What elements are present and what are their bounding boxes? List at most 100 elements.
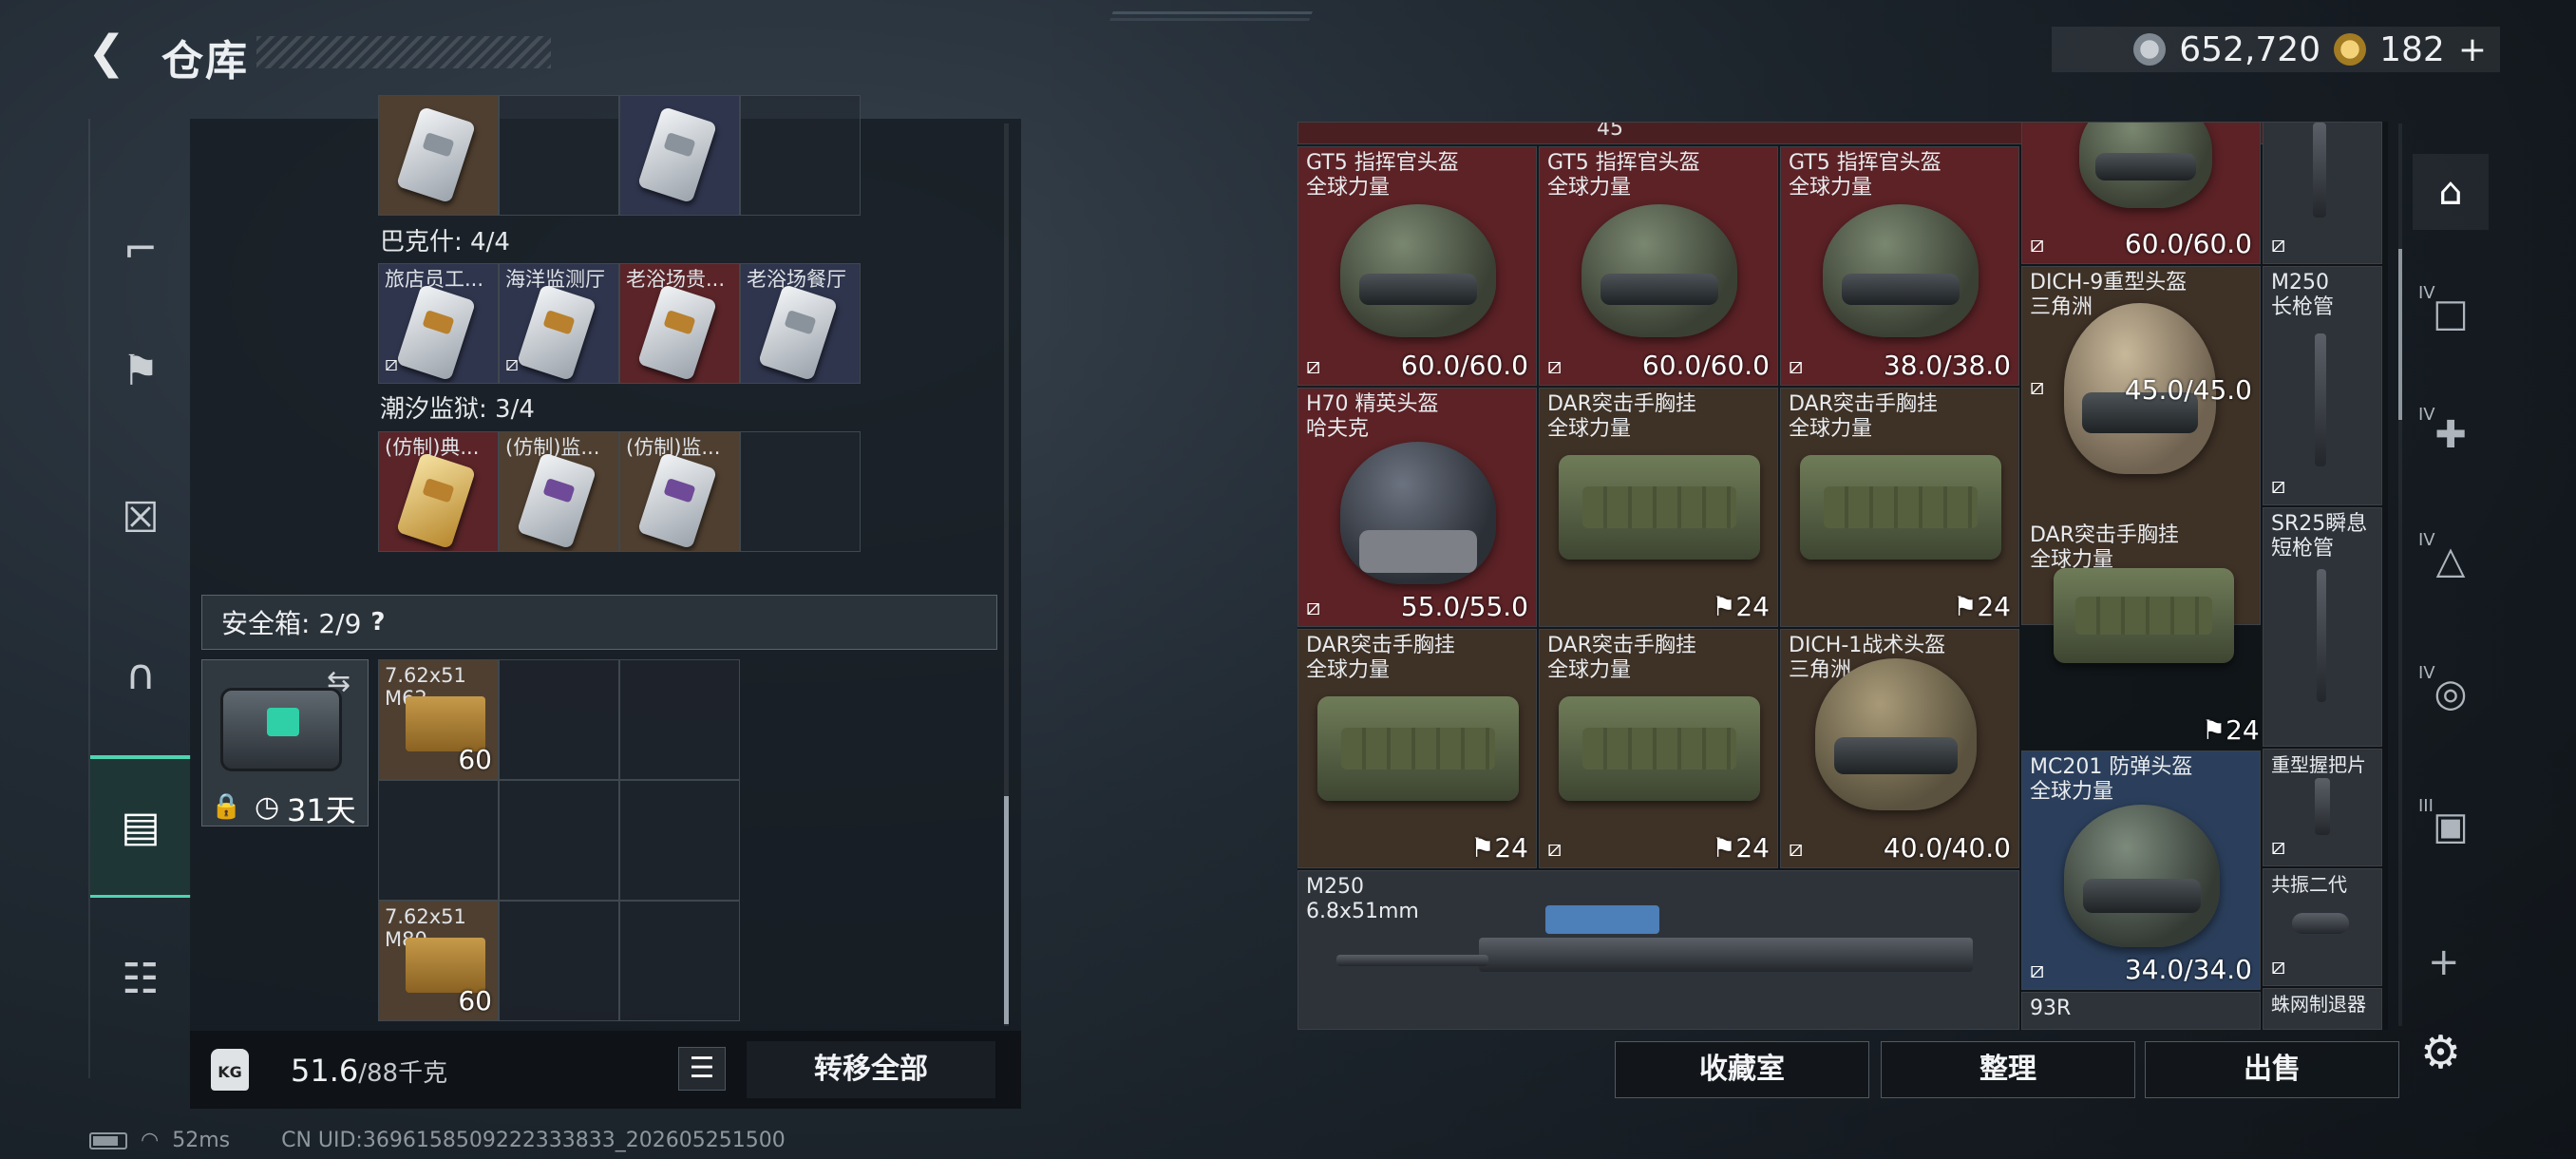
list-view-button[interactable]: ☰ [678,1047,726,1091]
background-light-streak [1109,11,1313,21]
item-name: DICH-1战术头盔 [1789,634,1946,657]
keycard-slot[interactable]: 老浴场餐厅 [740,263,861,384]
item-name: DAR突击手胸挂 [1789,392,1938,416]
add-currency-button[interactable]: + [2458,30,2487,69]
title-decoration [256,36,551,68]
stash-tab-box-icon[interactable]: III ▣ [2413,788,2489,864]
item-faction: 全球力量 [1547,417,1632,441]
backpack-icon[interactable]: ☒ [90,446,191,589]
item-name: GT5 指挥官头盔 [1789,151,1941,175]
stash-item-gt5-helmet[interactable]: GT5 指挥官头盔 全球力量 ⧄ 60.0/60.0 [1297,146,1537,386]
helmet-icon[interactable]: ∩ [90,603,191,746]
stash-item-mc201-helmet[interactable]: MC201 防弹头盔 全球力量 ⧄ 34.0/34.0 [2021,750,2261,990]
left-scrollbar-thumb[interactable] [1004,796,1009,1024]
stash-item-dar-rig[interactable]: DAR突击手胸挂 全球力量 ⚑24 [1780,388,2019,627]
help-button[interactable]: ? [370,608,385,636]
safebox-slot[interactable] [499,901,619,1021]
silver-amount: 652,720 [2179,29,2321,69]
not-sellable-icon: ⧄ [2271,472,2286,499]
not-sellable-icon: ⧄ [1547,352,1563,379]
safebox-grid: 7.62x51M6260 7.62x51M8060 [378,659,740,1021]
item-faction: 全球力量 [1789,417,1873,441]
stash-item-muzzle-brake[interactable]: 蛛网制退器 [2263,988,2382,1030]
wifi-icon: ◠ [141,1129,160,1152]
safebox-days-remaining: 31天 [287,792,356,828]
stash-tab-medical-icon[interactable]: IV ✚ [2413,397,2489,473]
keycard-slot[interactable] [378,95,499,216]
transfer-all-button[interactable]: 转移全部 [747,1041,995,1098]
gold-amount: 182 [2379,29,2445,69]
stash-item-barrel[interactable]: ⧄ [2263,122,2382,264]
item-capacity: ⚑24 [1712,591,1770,622]
stash-tab-folder-icon[interactable]: IV □ [2413,276,2489,352]
keycard-slot[interactable]: 海洋监测厅 ⧄ [499,263,619,384]
stash-tab-warning-icon[interactable]: IV △ [2413,522,2489,598]
safebox-slot[interactable] [619,780,740,901]
stash-tab-all-icon[interactable]: ⌂ [2413,154,2489,230]
stash-item-dar-rig[interactable]: DAR突击手胸挂 全球力量 ⚑24 [1539,388,1778,627]
item-capacity: ⚑24 [1470,832,1528,864]
stash-item-m250-barrel[interactable]: M250 长枪管 ⧄ [2263,266,2382,505]
ammo-count: 60 [458,985,492,1016]
not-sellable-icon: ⧄ [385,352,398,376]
keycard-slot[interactable] [740,431,861,552]
stash-item-sr25-barrel[interactable]: SR25瞬息 短枪管 [2263,507,2382,747]
item-durability: 60.0/60.0 [1400,350,1528,381]
stash-item-dar-rig[interactable]: DAR突击手胸挂 全球力量 ⚑24 [1297,629,1537,868]
keycard-slot[interactable]: 旅店员工... ⧄ [378,263,499,384]
safebox-header: 安全箱: 2/9 ? [201,595,997,650]
item-faction: 全球力量 [1306,658,1391,682]
gear-icon[interactable]: ⚙ [2420,1026,2461,1079]
back-arrow-icon[interactable]: ❮ [87,28,133,76]
stash-tab-target-icon[interactable]: IV ◎ [2413,656,2489,732]
ammo-slot[interactable]: 7.62x51M6260 [378,659,499,780]
keycard-slot[interactable]: 老浴场贵... [619,263,740,384]
item-name: DAR突击手胸挂 [1547,634,1696,657]
item-name: DAR突击手胸挂 [1547,392,1696,416]
stash-item-h70-helmet[interactable]: H70 精英头盔 哈夫克 ⧄ 55.0/55.0 [1297,388,1537,627]
keycard-slot[interactable] [619,95,740,216]
item-faction: 全球力量 [1547,658,1632,682]
safebox-slot[interactable] [619,659,740,780]
stash-item-dich1-helmet[interactable]: DICH-1战术头盔 三角洲 ⧄ 40.0/40.0 [1780,629,2019,868]
keycard-slot[interactable] [499,95,619,216]
add-tab-icon[interactable]: + [2428,940,2460,984]
safebox-slot[interactable] [378,780,499,901]
stash-item-m250-rifle[interactable]: M250 6.8x51mm [1297,870,2019,1030]
swap-icon[interactable]: ⇆ [327,665,350,698]
toolbox-icon[interactable]: ☷ [90,907,191,1050]
weight-icon: KG [211,1049,249,1091]
item-durability: 60.0/60.0 [2124,228,2252,259]
sell-button[interactable]: 出售 [2145,1041,2399,1098]
safebox-slot[interactable] [499,780,619,901]
status-bar: ◠ 52ms CN UID:3696158509222333833_202605… [89,1129,786,1152]
item-name: M250 [2271,271,2329,294]
stash-item-gt5-helmet[interactable]: GT5 指挥官头盔 全球力量 ⧄ 60.0/60.0 [1539,146,1778,386]
item-name: 共振二代 [2271,873,2347,896]
stash-item-gt5-helmet[interactable]: GT5 指挥官头盔 全球力量 ⧄ 38.0/38.0 [1780,146,2019,386]
safebox-icon[interactable]: ▤ [90,755,191,898]
ammo-caliber: 7.62x51 [385,905,466,928]
stash-item-helmet[interactable]: ⧄ 60.0/60.0 [2021,122,2261,264]
keycard-slot[interactable]: (仿制)典... [378,431,499,552]
keycard-slot[interactable]: (仿制)监... [619,431,740,552]
stash-item-resonator[interactable]: 共振二代 ⧄ [2263,868,2382,986]
stash-item-grip[interactable]: 重型握把片 ⧄ [2263,749,2382,866]
organize-button[interactable]: 整理 [1881,1041,2135,1098]
keycard-slot[interactable] [740,95,861,216]
item-name: GT5 指挥官头盔 [1306,151,1459,175]
keycard-slot[interactable]: (仿制)监... [499,431,619,552]
item-durability: 60.0/60.0 [1641,350,1770,381]
stash-item-dar-rig[interactable]: DAR突击手胸挂 全球力量 ⧄ ⚑24 [1539,629,1778,868]
stash-scrollbar-thumb[interactable] [2398,249,2402,420]
collection-button[interactable]: 收藏室 [1615,1041,1869,1098]
safebox-slot[interactable] [499,659,619,780]
stash-grid: 45 30 GT5 指挥官头盔 全球力量 ⧄ 60.0/60.0 GT5 指挥官… [1297,122,2388,1030]
ammo-slot[interactable]: 7.62x51M8060 [378,901,499,1021]
not-sellable-icon: ⧄ [2030,231,2045,257]
safebox-slot[interactable] [619,901,740,1021]
armor-vest-icon[interactable]: ⚑ [90,299,191,442]
item-count: 45 [1597,122,1623,141]
stash-item-93r[interactable]: 93R [2021,992,2261,1030]
item-faction: 全球力量 [2030,780,2114,804]
